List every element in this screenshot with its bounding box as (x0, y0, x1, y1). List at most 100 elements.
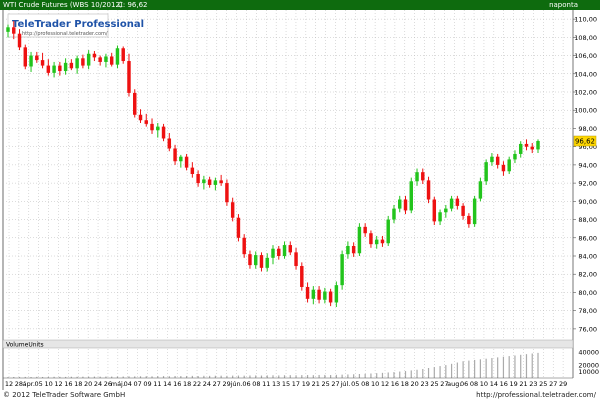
candle-body (23, 47, 28, 67)
volume-bar (283, 375, 286, 378)
candle-body (403, 199, 408, 211)
volume-bar (370, 373, 372, 378)
candle-body (340, 254, 344, 286)
candlestick (392, 204, 396, 224)
candle-body (184, 156, 189, 168)
candlestick (259, 252, 264, 272)
x-tick-label: 21 (519, 380, 527, 388)
candlestick (513, 150, 517, 164)
candlestick (421, 168, 425, 185)
y-tick-label: 100,00 (574, 107, 597, 115)
candle-body (69, 62, 74, 69)
x-tick-label: 25 (539, 380, 547, 388)
candle-body (530, 146, 534, 150)
candle-body (161, 126, 166, 139)
candle-body (386, 219, 390, 244)
x-tick-label: 05 (351, 380, 359, 388)
x-tick-label: 12 (54, 380, 62, 388)
candlestick (133, 89, 137, 118)
candle-body (438, 212, 442, 222)
candle-body (196, 174, 200, 184)
candlestick (63, 58, 68, 75)
volume-bar (330, 375, 332, 378)
candle-body (501, 164, 506, 172)
y-tick-label: 94,00 (578, 161, 597, 169)
candle-body (265, 257, 269, 268)
candlestick (467, 213, 471, 228)
volume-bar (537, 352, 539, 378)
candlestick (121, 46, 125, 64)
candle-body (513, 153, 517, 160)
y-tick-label: 108,00 (574, 34, 597, 42)
x-tick-label: 16 (64, 380, 72, 388)
x-tick-label: 16 (173, 380, 181, 388)
volume-bar (318, 374, 320, 378)
candlestick (109, 52, 114, 67)
candle-body (392, 208, 396, 220)
candle-body (277, 248, 281, 256)
x-tick-label: 20 (411, 380, 419, 388)
x-tick-label: 12 (5, 380, 13, 388)
candlestick (115, 45, 120, 69)
candle-body (17, 33, 22, 48)
x-tick-label: 08 (361, 380, 369, 388)
chart-plot[interactable]: TeleTrader Professional http://professio… (0, 0, 600, 400)
candle-body (432, 199, 437, 222)
x-tick-label: 24 (94, 380, 102, 388)
x-tick-label: 10 (44, 380, 52, 388)
candle-body (317, 289, 321, 300)
candlestick (536, 139, 540, 154)
y-tick-label: 104,00 (574, 70, 597, 78)
x-tick-label: 21 (312, 380, 320, 388)
candle-body (311, 289, 316, 299)
candle-body (213, 180, 218, 185)
candle-body (455, 198, 460, 206)
candlestick (311, 286, 316, 305)
candlestick (150, 118, 154, 134)
candle-body (288, 245, 293, 253)
candlestick (40, 52, 45, 69)
x-tick-label: 08 (470, 380, 478, 388)
candlestick (300, 262, 304, 291)
volume-bar (191, 375, 193, 378)
volume-bar (525, 354, 528, 378)
volume-bar (358, 374, 361, 378)
volume-bar (404, 371, 407, 378)
candle-body (305, 286, 310, 299)
candle-body (219, 180, 223, 184)
candlestick (184, 153, 189, 171)
candle-body (138, 114, 143, 121)
x-tick-label: 13 (272, 380, 280, 388)
candlestick (75, 55, 79, 74)
candlestick (328, 288, 333, 307)
volume-bar (497, 357, 499, 378)
footer-url[interactable]: http://professional.teletrader.com/ (476, 390, 596, 400)
candle-body (121, 48, 125, 62)
candlestick (449, 195, 454, 212)
candle-body (6, 27, 10, 32)
candle-body (426, 180, 431, 200)
candle-body (29, 55, 33, 67)
volume-bar (445, 365, 447, 378)
candlestick (507, 156, 511, 174)
y-tick-label: 88,00 (578, 216, 597, 224)
candle-body (369, 233, 373, 245)
candle-body (202, 179, 206, 184)
x-tick-label: 27 (331, 380, 339, 388)
candle-body (236, 217, 241, 238)
candle-body (86, 53, 91, 66)
volume-bar (335, 374, 337, 378)
candle-body (357, 226, 362, 254)
candle-body (104, 56, 108, 62)
candlestick (524, 139, 529, 151)
brand-url: http://professional.teletrader.com/ (22, 31, 108, 37)
candlestick (518, 141, 523, 158)
candlestick (98, 55, 102, 66)
volume-bar (531, 353, 533, 378)
candlestick (438, 209, 442, 226)
volume-bar (232, 375, 234, 378)
candlestick (156, 122, 160, 138)
y-tick-label: 106,00 (574, 52, 597, 60)
candle-body (52, 65, 56, 73)
candle-body (328, 291, 333, 303)
